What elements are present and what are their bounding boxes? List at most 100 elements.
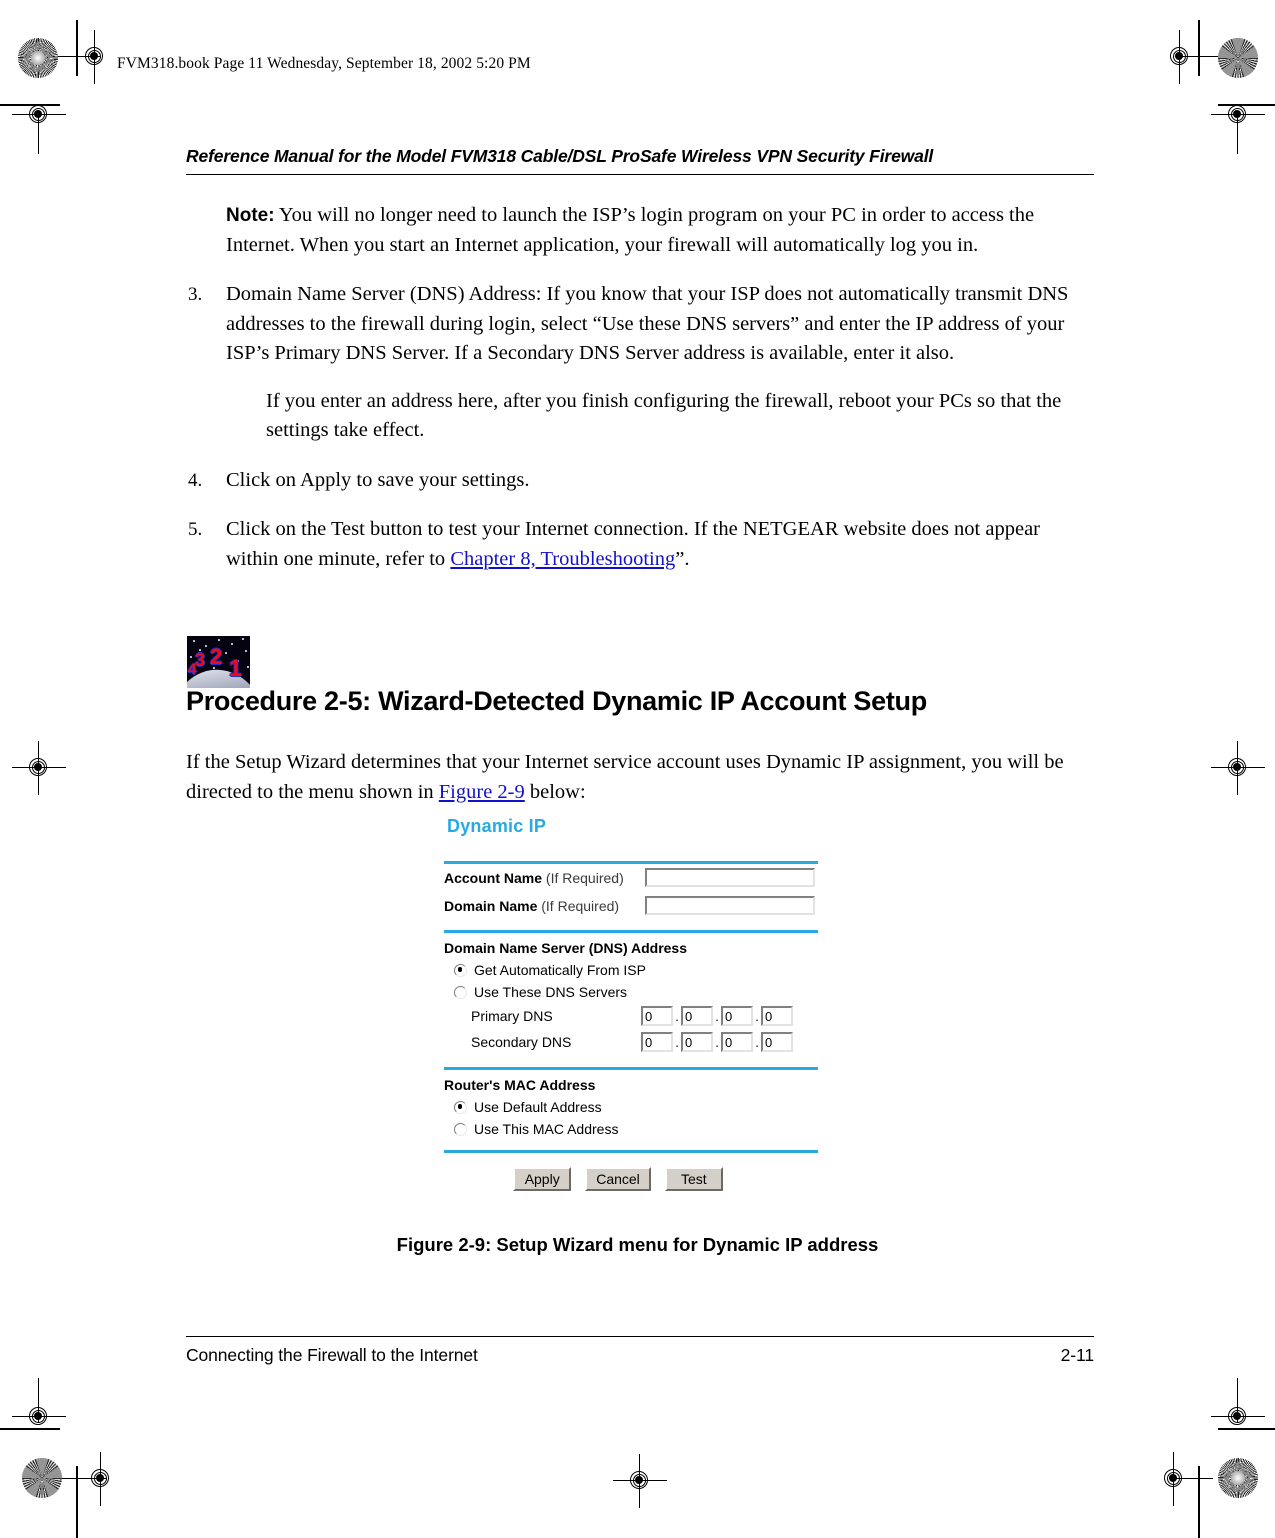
secondary-dns-octet-2[interactable] xyxy=(681,1032,713,1052)
list-item-step-4: 4. Click on Apply to save your settings. xyxy=(186,466,1094,496)
account-fields-section: Account Name (If Required) Domain Name (… xyxy=(437,864,829,920)
trim-line-top-right-vert xyxy=(1198,20,1200,76)
step-number: 3. xyxy=(188,284,203,305)
page-content: Reference Manual for the Model FVM318 Ca… xyxy=(186,146,1094,574)
registration-mark-middle-left xyxy=(12,741,66,795)
octet-separator: . xyxy=(755,1008,759,1024)
cross-reference-link-chapter-8[interactable]: Chapter 8, Troubleshooting xyxy=(450,548,675,570)
header-rule xyxy=(186,174,1094,175)
account-name-label: Account Name (If Required) xyxy=(444,870,624,886)
procedure-heading: Procedure 2-5: Wizard-Detected Dynamic I… xyxy=(186,686,927,716)
registration-mark-lower-right xyxy=(1211,1378,1265,1434)
step-number: 4. xyxy=(188,469,203,491)
trim-line-bottom-left-vert xyxy=(76,1466,78,1538)
octet-separator: . xyxy=(715,1034,719,1050)
cancel-button[interactable]: Cancel xyxy=(585,1167,651,1191)
test-button[interactable]: Test xyxy=(664,1167,723,1191)
primary-dns-octet-2[interactable] xyxy=(681,1006,713,1026)
icon-digit-1: 1 xyxy=(229,655,242,681)
secondary-dns-octets: . . . xyxy=(641,1032,793,1052)
registration-mark-bottom-left xyxy=(62,1452,118,1506)
color-registration-rosette-top-right xyxy=(1218,38,1258,78)
intro-text-after: below: xyxy=(524,780,586,803)
color-registration-rosette-bottom-left xyxy=(22,1458,62,1498)
registration-mark-lower-left xyxy=(12,1378,66,1434)
intro-text-before: If the Setup Wizard determines that your… xyxy=(186,751,1064,803)
octet-separator: . xyxy=(715,1008,719,1024)
figure-panel-title: Dynamic IP xyxy=(447,816,547,836)
color-registration-rosette-top-left xyxy=(18,38,58,78)
trim-line-bottom-left xyxy=(0,1428,60,1430)
list-item-step-3: 3. Domain Name Server (DNS) Address: If … xyxy=(186,280,1094,369)
trim-line-top-left xyxy=(0,104,60,106)
icon-digit-2: 2 xyxy=(210,644,223,669)
account-name-hint: (If Required) xyxy=(542,870,624,886)
secondary-dns-label: Secondary DNS xyxy=(471,1034,572,1050)
domain-name-label-text: Domain Name xyxy=(444,898,538,914)
note-text: You will no longer need to launch the IS… xyxy=(226,204,1035,256)
icon-digit-3: 3 xyxy=(195,650,206,670)
dns-section: Domain Name Server (DNS) Address Get Aut… xyxy=(437,940,829,1055)
footer-page-number: 2-11 xyxy=(1060,1345,1094,1365)
radio-button-icon-mac-custom[interactable] xyxy=(454,1122,467,1136)
secondary-dns-octet-3[interactable] xyxy=(721,1032,753,1052)
registration-mark-bottom-center xyxy=(613,1454,667,1508)
registration-mark-upper-right xyxy=(1211,98,1265,154)
radio-row-mac-default[interactable]: Use Default Address xyxy=(454,1096,829,1118)
radio-button-icon-dns-auto[interactable] xyxy=(454,963,467,977)
step-text: Domain Name Server (DNS) Address: If you… xyxy=(226,283,1069,364)
radio-row-dns-auto[interactable]: Get Automatically From ISP xyxy=(454,959,829,981)
divider-rule-dns xyxy=(444,930,818,933)
domain-name-label: Domain Name (If Required) xyxy=(444,898,619,914)
trim-line-bottom-right-vert xyxy=(1198,1466,1200,1538)
step-text: Click on Apply to save your settings. xyxy=(226,468,530,491)
trim-line-bottom-right xyxy=(1218,1428,1275,1430)
countdown-321-icon: 4 3 2 1 xyxy=(187,636,250,688)
dns-auto-label: Get Automatically From ISP xyxy=(474,962,646,978)
mac-custom-label: Use This MAC Address xyxy=(474,1121,619,1137)
account-name-label-text: Account Name xyxy=(444,870,543,886)
secondary-dns-row: Secondary DNS . . . xyxy=(471,1029,829,1055)
primary-dns-label: Primary DNS xyxy=(471,1008,553,1024)
radio-button-icon-dns-manual[interactable] xyxy=(454,985,467,999)
registration-mark-bottom-right xyxy=(1157,1452,1213,1506)
registration-mark-middle-right xyxy=(1211,741,1265,795)
domain-name-hint: (If Required) xyxy=(537,898,620,914)
running-header: Reference Manual for the Model FVM318 Ca… xyxy=(186,146,934,166)
color-registration-rosette-bottom-right xyxy=(1218,1458,1258,1498)
primary-dns-octet-4[interactable] xyxy=(761,1006,793,1026)
apply-button[interactable]: Apply xyxy=(513,1167,572,1191)
divider-rule-buttons xyxy=(444,1150,818,1153)
registration-mark-top-left xyxy=(56,30,112,84)
registration-mark-upper-left xyxy=(12,98,66,154)
secondary-dns-octet-1[interactable] xyxy=(641,1032,673,1052)
radio-row-dns-manual[interactable]: Use These DNS Servers xyxy=(454,981,829,1003)
note-label: Note: xyxy=(226,205,275,226)
radio-button-icon-mac-default[interactable] xyxy=(454,1100,467,1114)
secondary-dns-octet-4[interactable] xyxy=(761,1032,793,1052)
step-3-subparagraph: If you enter an address here, after you … xyxy=(266,389,1062,442)
primary-dns-row: Primary DNS . . . xyxy=(471,1003,829,1029)
primary-dns-octet-1[interactable] xyxy=(641,1006,673,1026)
mac-section-title: Router's MAC Address xyxy=(444,1077,596,1093)
footer-rule xyxy=(186,1336,1094,1337)
trim-line-top-left-vert xyxy=(76,20,78,76)
figure-caption: Figure 2-9: Setup Wizard menu for Dynami… xyxy=(396,1234,879,1255)
octet-separator: . xyxy=(755,1034,759,1050)
cross-reference-link-figure-2-9[interactable]: Figure 2-9 xyxy=(439,781,525,803)
account-name-input[interactable] xyxy=(645,868,815,887)
dns-section-title: Domain Name Server (DNS) Address xyxy=(444,940,688,956)
mac-default-label: Use Default Address xyxy=(474,1099,602,1115)
radio-row-mac-custom[interactable]: Use This MAC Address xyxy=(454,1118,829,1140)
primary-dns-octets: . . . xyxy=(641,1006,793,1026)
registration-mark-top-right xyxy=(1163,30,1219,84)
domain-name-input[interactable] xyxy=(645,896,815,915)
procedure-intro-paragraph: If the Setup Wizard determines that your… xyxy=(186,748,1086,807)
mac-address-section: Router's MAC Address Use Default Address… xyxy=(437,1077,829,1140)
numbered-step-list: 3. Domain Name Server (DNS) Address: If … xyxy=(186,280,1094,574)
page-footer: Connecting the Firewall to the Internet … xyxy=(186,1336,1094,1366)
figure-dynamic-ip-screenshot: Dynamic IP Account Name (If Required) Do… xyxy=(437,816,829,1191)
octet-separator: . xyxy=(675,1008,679,1024)
list-item-step-5: 5. Click on the Test button to test your… xyxy=(186,515,1094,574)
primary-dns-octet-3[interactable] xyxy=(721,1006,753,1026)
